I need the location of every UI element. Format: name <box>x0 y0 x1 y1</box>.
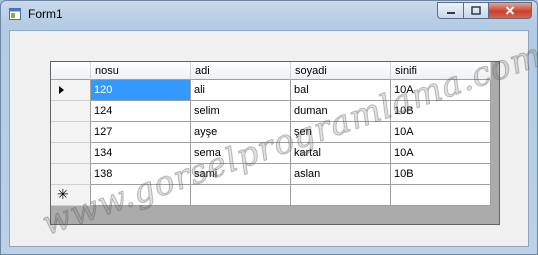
grid-cell[interactable]: ayşe <box>191 122 291 143</box>
column-header-nosu[interactable]: nosu <box>91 62 191 80</box>
new-row-asterisk-icon: ✳ <box>57 186 69 202</box>
grid-cell[interactable]: 134 <box>91 143 191 164</box>
minimize-button[interactable] <box>437 2 463 19</box>
grid-cell[interactable]: 10A <box>391 143 491 164</box>
row-header[interactable] <box>51 122 91 143</box>
grid-cell[interactable]: 10B <box>391 164 491 185</box>
form1-window: Form1 nosu adi soyadi sinifi 120 ali bal… <box>0 0 538 255</box>
grid-corner-header[interactable] <box>51 62 91 80</box>
new-row-cell[interactable] <box>391 185 491 206</box>
grid-cell[interactable]: bal <box>291 80 391 101</box>
minimize-icon <box>446 11 455 14</box>
row-header[interactable] <box>51 101 91 122</box>
app-form-icon <box>9 8 21 20</box>
new-row-cell[interactable] <box>291 185 391 206</box>
grid-cell[interactable]: 127 <box>91 122 191 143</box>
grid-cell[interactable]: ali <box>191 80 291 101</box>
grid-cell[interactable]: şen <box>291 122 391 143</box>
column-header-adi[interactable]: adi <box>191 62 291 80</box>
grid-cell[interactable]: 124 <box>91 101 191 122</box>
window-controls <box>437 2 532 20</box>
new-row-cell[interactable] <box>191 185 291 206</box>
close-button[interactable] <box>488 2 532 19</box>
grid-cell[interactable]: duman <box>291 101 391 122</box>
title-bar[interactable]: Form1 <box>1 1 537 27</box>
close-icon <box>505 6 515 15</box>
row-header-new[interactable]: ✳ <box>51 185 91 206</box>
current-row-arrow-icon <box>59 86 64 94</box>
row-header[interactable] <box>51 164 91 185</box>
new-row-cell[interactable] <box>91 185 191 206</box>
row-header[interactable] <box>51 143 91 164</box>
row-header-current[interactable] <box>51 80 91 101</box>
column-header-soyadi[interactable]: soyadi <box>291 62 391 80</box>
grid-cell[interactable]: 120 <box>91 80 191 101</box>
grid-cell[interactable]: sema <box>191 143 291 164</box>
grid-cell[interactable]: aslan <box>291 164 391 185</box>
grid-cell[interactable]: 138 <box>91 164 191 185</box>
grid-cell[interactable]: selim <box>191 101 291 122</box>
grid-cell[interactable]: kartal <box>291 143 391 164</box>
grid-header-row: nosu adi soyadi sinifi <box>51 62 499 80</box>
window-title: Form1 <box>28 7 63 21</box>
maximize-button[interactable] <box>463 2 488 19</box>
grid-cell[interactable]: 10A <box>391 80 491 101</box>
column-header-sinifi[interactable]: sinifi <box>391 62 491 80</box>
form-client-area: nosu adi soyadi sinifi 120 ali bal 10A 1… <box>9 30 529 247</box>
data-grid-view[interactable]: nosu adi soyadi sinifi 120 ali bal 10A 1… <box>50 61 500 225</box>
grid-cell[interactable]: 10A <box>391 122 491 143</box>
grid-cell[interactable]: sami <box>191 164 291 185</box>
maximize-icon <box>471 6 481 15</box>
grid-cell[interactable]: 10B <box>391 101 491 122</box>
